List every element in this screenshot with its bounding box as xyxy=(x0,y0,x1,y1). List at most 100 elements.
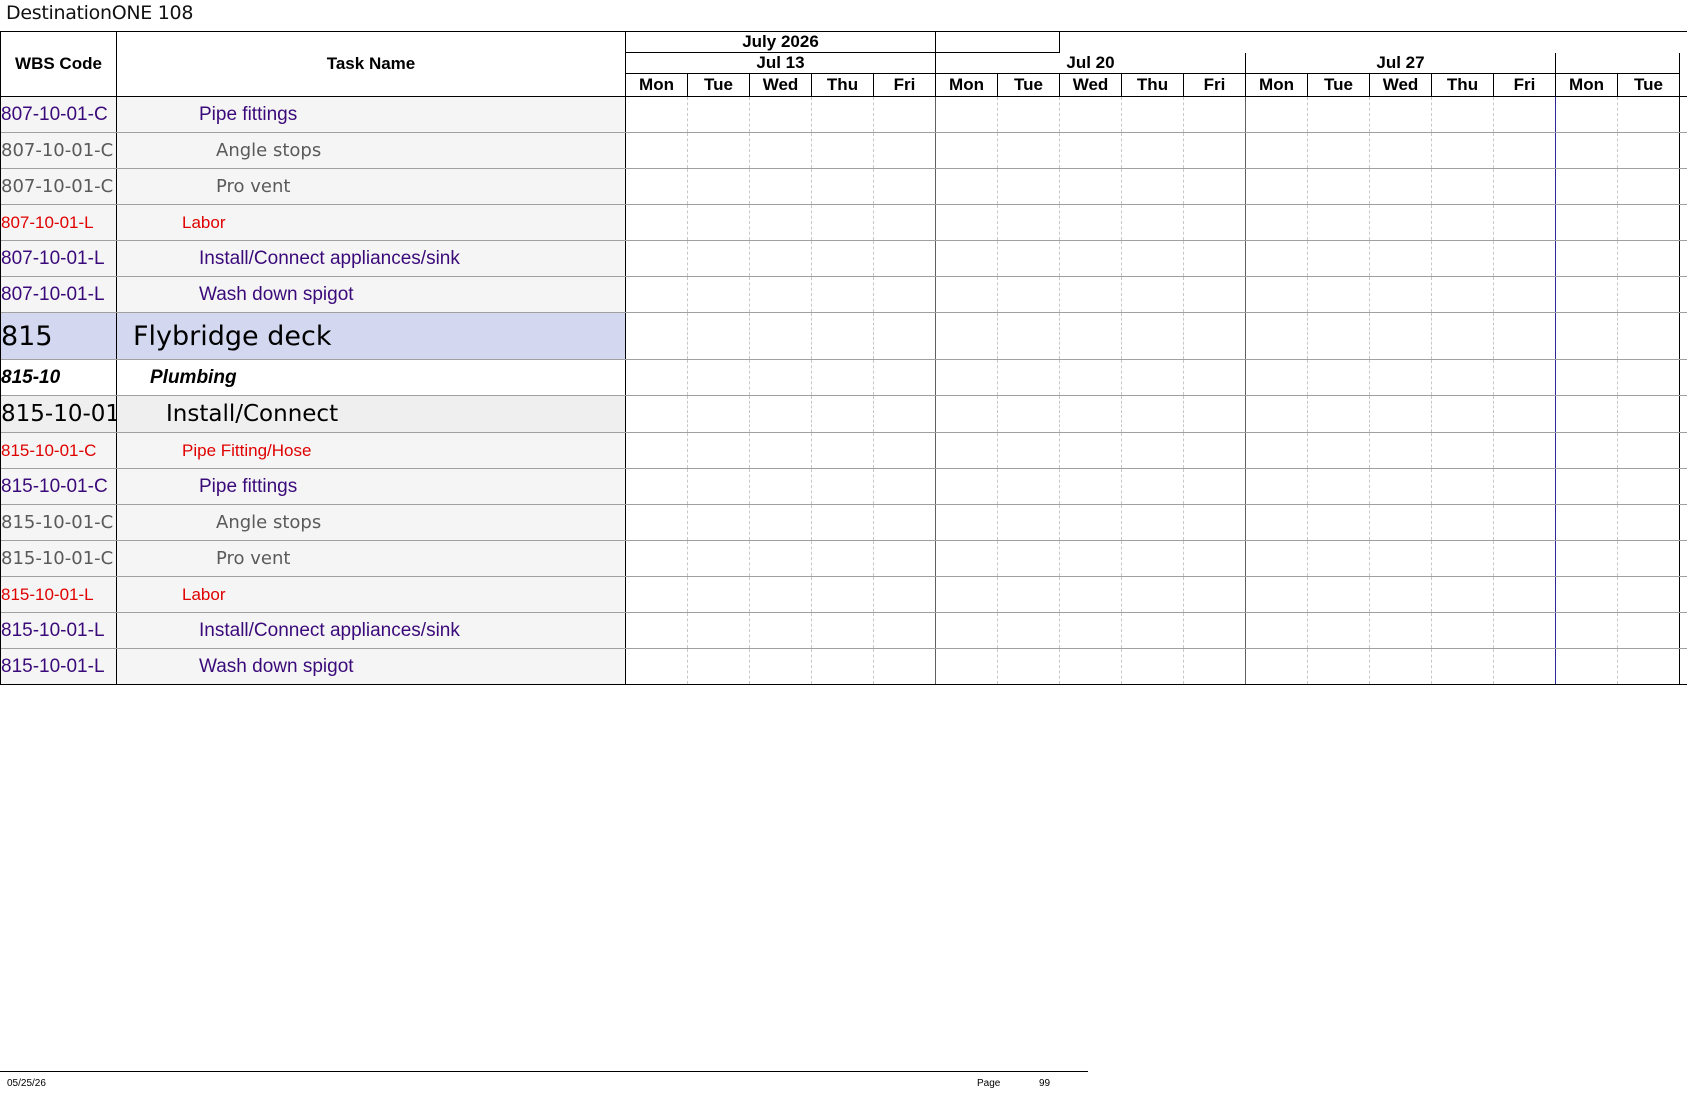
gantt-gridline xyxy=(811,205,812,240)
gantt-gridline xyxy=(1121,313,1122,359)
gantt-gridline xyxy=(1183,241,1184,276)
gantt-gridline xyxy=(935,577,936,612)
wbs-column-header[interactable]: WBS Code xyxy=(1,32,117,96)
gantt-gridline xyxy=(1183,541,1184,576)
gantt-bar-area xyxy=(626,469,1687,504)
gantt-gridline xyxy=(1617,541,1618,576)
day-label: Mon xyxy=(1556,74,1618,96)
wbs-code-cell: 815-10 xyxy=(1,360,117,395)
gantt-bar-area xyxy=(626,649,1687,684)
table-row[interactable]: 815-10-01-C Pipe Fitting/Hose xyxy=(1,433,1687,469)
gantt-gridline xyxy=(1307,313,1308,359)
table-row[interactable]: 807-10-01-L Install/Connect appliances/si… xyxy=(1,241,1687,277)
gantt-gridline xyxy=(997,396,998,432)
gantt-gridline xyxy=(749,613,750,648)
gantt-gridline xyxy=(1555,396,1556,432)
gantt-gridline xyxy=(1679,133,1680,168)
gantt-gridline xyxy=(1121,360,1122,395)
gantt-gridline xyxy=(1555,169,1556,204)
table-row[interactable]: 807-10-01-L Labor xyxy=(1,205,1687,241)
gantt-gridline xyxy=(1245,313,1246,359)
gantt-gridline xyxy=(935,541,936,576)
gantt-gridline xyxy=(1617,205,1618,240)
gantt-gridline xyxy=(1307,241,1308,276)
gantt-gridline xyxy=(1183,277,1184,312)
table-row[interactable]: 815-10-01-L Install/Connect appliances/si… xyxy=(1,613,1687,649)
table-row[interactable]: 815-10-01-C 0Angle stops xyxy=(1,505,1687,541)
gantt-bar-area xyxy=(626,241,1687,276)
gantt-gridline xyxy=(1555,577,1556,612)
table-row[interactable]: 815-10-01-C 0Pro vent xyxy=(1,541,1687,577)
gantt-gridline xyxy=(811,133,812,168)
table-row[interactable]: 815 Flybridge deck xyxy=(1,313,1687,360)
gantt-gridline xyxy=(1059,241,1060,276)
gantt-gridline xyxy=(1555,133,1556,168)
gantt-gridline xyxy=(687,241,688,276)
footer-page-label: Page xyxy=(977,1078,1001,1089)
gantt-gridline xyxy=(811,313,812,359)
gantt-gridline xyxy=(1307,577,1308,612)
gantt-gridline xyxy=(1369,277,1370,312)
gantt-gridline xyxy=(873,469,874,504)
gantt-gridline xyxy=(1431,433,1432,468)
day-label: Fri xyxy=(1494,74,1556,96)
gantt-gridline xyxy=(997,613,998,648)
day-label: Mon xyxy=(626,74,688,96)
gantt-gridline xyxy=(935,313,936,359)
table-row[interactable]: 807-10-01-C Pipe fittings xyxy=(1,97,1687,133)
gantt-gridline xyxy=(1183,433,1184,468)
gantt-gridline xyxy=(1555,277,1556,312)
gantt-gridline xyxy=(1679,313,1680,359)
gantt-gridline xyxy=(1121,277,1122,312)
gantt-gridline xyxy=(1059,97,1060,132)
gantt-gridline xyxy=(997,360,998,395)
task-column-header[interactable]: Task Name xyxy=(117,32,626,96)
gantt-gridline xyxy=(749,577,750,612)
gantt-gridline xyxy=(1245,505,1246,540)
wbs-code-cell: 815-10-01-C xyxy=(1,433,117,468)
gantt-gridline xyxy=(1493,277,1494,312)
task-name-cell: Wash down spigot xyxy=(117,649,626,684)
gantt-gridline xyxy=(1183,469,1184,504)
week-label: Jul 13 xyxy=(626,53,936,74)
gantt-gridline xyxy=(997,469,998,504)
table-row[interactable]: 815-10-01-C Pipe fittings xyxy=(1,469,1687,505)
table-row[interactable]: 807-10-01-C 0Pro vent xyxy=(1,169,1687,205)
gantt-gridline xyxy=(1121,133,1122,168)
table-row[interactable]: 807-10-01-L Wash down spigot xyxy=(1,277,1687,313)
gantt-gridline xyxy=(997,277,998,312)
table-row[interactable]: 815-10-01-L Labor xyxy=(1,577,1687,613)
day-label: Tue xyxy=(1308,74,1370,96)
task-name-cell: Pro vent xyxy=(117,541,626,576)
gantt-gridline xyxy=(1431,577,1432,612)
gantt-gridline xyxy=(1121,505,1122,540)
table-row[interactable]: 815-10-01 Install/Connect xyxy=(1,396,1687,433)
gantt-gridline xyxy=(1431,505,1432,540)
gantt-gridline xyxy=(1493,97,1494,132)
gantt-gridline xyxy=(935,169,936,204)
gantt-gridline xyxy=(997,541,998,576)
gantt-gridline xyxy=(749,469,750,504)
gantt-gridline xyxy=(1555,313,1556,359)
gantt-gridline xyxy=(1493,613,1494,648)
gantt-gridline xyxy=(749,649,750,684)
gantt-gridline xyxy=(1245,360,1246,395)
gantt-gridline xyxy=(1555,433,1556,468)
gantt-gridline xyxy=(1121,205,1122,240)
table-row[interactable]: 807-10-01-C 0Angle stops xyxy=(1,133,1687,169)
gantt-gridline xyxy=(873,433,874,468)
table-row[interactable]: 815-10-01-L Wash down spigot xyxy=(1,649,1687,685)
gantt-gridline xyxy=(687,97,688,132)
gantt-bar-area xyxy=(626,133,1687,168)
table-row[interactable]: 815-10 Plumbing xyxy=(1,360,1687,396)
gantt-gridline xyxy=(1121,433,1122,468)
gantt-gridline xyxy=(1679,505,1680,540)
wbs-code-cell: 807-10-01-C xyxy=(1,97,117,132)
gantt-gridline xyxy=(687,649,688,684)
gantt-gridline xyxy=(873,613,874,648)
gantt-gridline xyxy=(1183,205,1184,240)
gantt-gridline xyxy=(1431,277,1432,312)
gantt-gridline xyxy=(687,505,688,540)
gantt-gridline xyxy=(997,169,998,204)
gantt-gridline xyxy=(1369,613,1370,648)
